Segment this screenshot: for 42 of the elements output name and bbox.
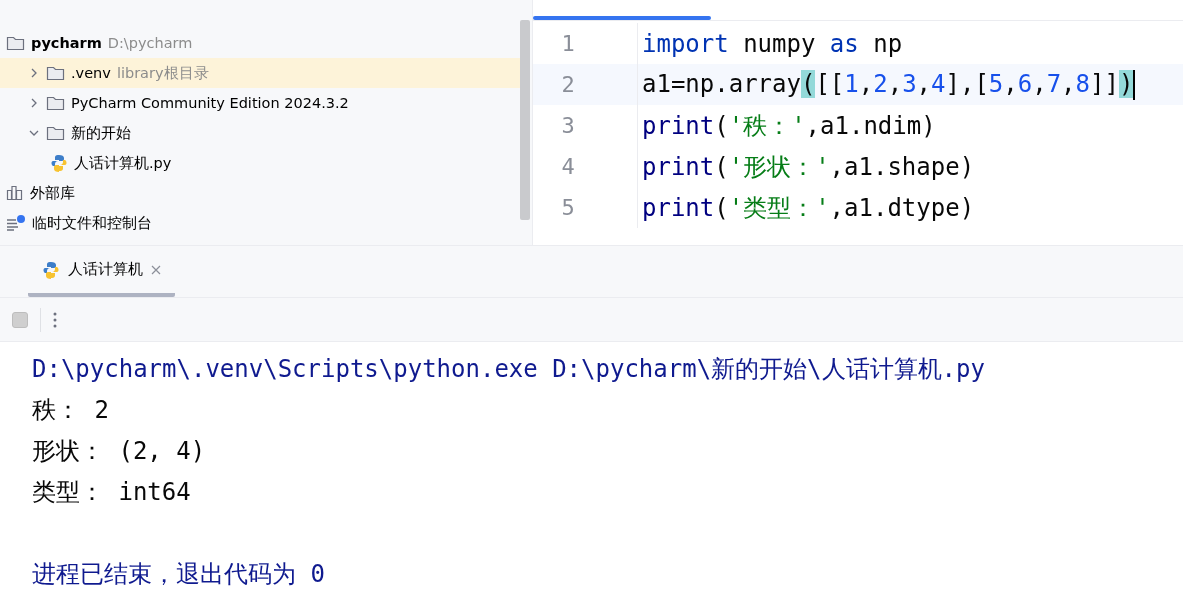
python-icon	[50, 154, 68, 172]
scrollbar[interactable]	[520, 20, 530, 220]
folder-icon	[46, 125, 65, 141]
close-icon[interactable]	[151, 264, 161, 275]
item-name: 临时文件和控制台	[32, 213, 152, 233]
code-line: print('秩：',a1.ndim)	[642, 110, 936, 142]
console-line: 秩： 2	[32, 394, 109, 426]
line-number: 3	[560, 113, 576, 138]
tree-item[interactable]: .venv library根目录	[0, 58, 520, 88]
folder-icon	[6, 35, 25, 51]
tree-item[interactable]: 外部库	[0, 178, 520, 208]
item-name: pycharm	[31, 35, 102, 51]
tree-item[interactable]: 新的开始	[0, 118, 520, 148]
console-line: 形状： (2, 4)	[32, 435, 206, 467]
more-icon[interactable]	[53, 311, 57, 328]
line-number: 2	[560, 72, 576, 97]
item-path: library根目录	[116, 63, 209, 83]
console-line: 进程已结束，退出代码为 0	[32, 558, 325, 590]
library-icon	[6, 185, 24, 201]
tree-item[interactable]: 人话计算机.py	[0, 148, 520, 178]
scratch-file-icon	[6, 215, 26, 231]
line-number: 4	[560, 154, 576, 179]
console-line: D:\pycharm\.venv\Scripts\python.exe D:\pycharm\新的开始\人话计算机.py	[32, 353, 985, 385]
line-number: 1	[560, 31, 576, 56]
item-name: 新的开始	[71, 123, 131, 143]
tree-item[interactable]: 临时文件和控制台	[0, 208, 520, 238]
tree-item[interactable]: pycharm D:\pycharm	[0, 28, 520, 58]
console-line: 类型： int64	[32, 476, 191, 508]
folder-icon	[46, 95, 65, 111]
python-icon	[42, 260, 60, 279]
item-name: 外部库	[30, 183, 75, 203]
tree-item[interactable]: PyCharm Community Edition 2024.3.2	[0, 88, 520, 118]
item-name: .venv	[71, 65, 111, 81]
line-number: 5	[560, 195, 576, 220]
folder-icon	[46, 65, 65, 81]
item-path: D:\pycharm	[107, 35, 193, 51]
item-name: 人话计算机.py	[74, 153, 172, 173]
code-line: import numpy as np	[642, 29, 903, 58]
item-name: PyCharm Community Edition 2024.3.2	[71, 95, 349, 111]
code-line: print('形状：',a1.shape)	[642, 151, 975, 183]
code-line: print('类型：',a1.dtype)	[642, 192, 975, 224]
code-line: a1=np.array([[1,2,3,4],[5,6,7,8]])	[642, 69, 1136, 100]
